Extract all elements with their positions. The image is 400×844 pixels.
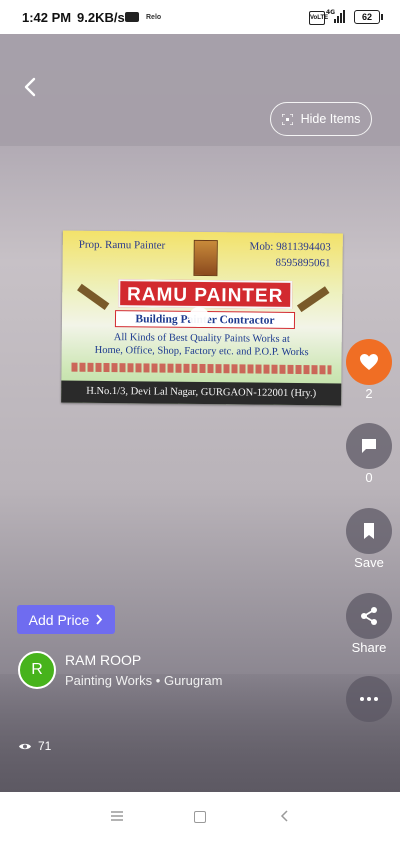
share-icon xyxy=(361,607,377,625)
like-count: 2 xyxy=(365,386,373,401)
card-hindi-text xyxy=(71,362,332,375)
more-options-button[interactable] xyxy=(346,676,392,722)
card-title: RAMU PAINTER xyxy=(118,279,293,309)
hide-items-button[interactable]: Hide Items xyxy=(270,102,372,136)
photo-bottom-overlay xyxy=(0,674,400,792)
card-line-2: Home, Office, Shop, Factory etc. and P.O… xyxy=(94,344,309,359)
views-count: 71 xyxy=(18,739,51,753)
hide-items-label: Hide Items xyxy=(300,112,361,126)
focus-icon xyxy=(281,113,293,125)
paintbrush-icon xyxy=(296,286,330,313)
comment-icon xyxy=(362,439,376,453)
message-notification-icon xyxy=(125,12,139,22)
network-speed: 9.2KB/s xyxy=(77,10,125,25)
card-mobile-2: 8595895061 xyxy=(275,256,331,270)
notification-app-label: Relo xyxy=(146,14,162,21)
more-dots-icon xyxy=(360,697,378,701)
status-bar: 1:42 PM 9.2KB/s Relo VoLTE 4G 62 xyxy=(0,0,400,34)
nav-back-icon[interactable] xyxy=(279,810,291,822)
bookmark-icon xyxy=(364,523,374,539)
battery-icon: 62 xyxy=(354,10,383,24)
share-label: Share xyxy=(351,640,387,655)
home-icon[interactable] xyxy=(194,811,206,823)
comment-button[interactable] xyxy=(346,423,392,469)
owner-subtitle: Painting Works • Gurugram xyxy=(65,673,223,688)
card-address: H.No.1/3, Devi Lal Nagar, GURGAON-122001… xyxy=(61,380,342,406)
back-arrow-icon[interactable] xyxy=(20,76,42,98)
deity-image xyxy=(193,239,218,277)
paintbrush-icon xyxy=(77,283,110,311)
save-label: Save xyxy=(354,555,384,570)
share-button[interactable] xyxy=(346,593,392,639)
views-number: 71 xyxy=(38,739,52,753)
save-button[interactable] xyxy=(346,508,392,554)
card-description: All Kinds of Best Quality Paints Works a… xyxy=(62,331,342,360)
add-price-button[interactable]: Add Price xyxy=(17,605,115,634)
like-button[interactable] xyxy=(346,339,392,385)
recent-apps-icon[interactable] xyxy=(111,811,123,821)
card-mobile-1: Mob: 9811394403 xyxy=(249,240,331,254)
avatar[interactable]: R xyxy=(18,651,56,689)
comment-count: 0 xyxy=(365,470,373,485)
tag-dot[interactable] xyxy=(189,307,209,327)
heart-icon xyxy=(360,354,378,370)
status-time: 1:42 PM xyxy=(22,10,72,25)
add-price-label: Add Price xyxy=(28,611,90,628)
owner-name[interactable]: RAM ROOP xyxy=(65,652,141,668)
volte-icon: VoLTE xyxy=(309,11,328,25)
chevron-right-icon xyxy=(96,614,103,625)
card-prop: Prop. Ramu Painter xyxy=(78,238,166,252)
eye-icon xyxy=(19,743,31,749)
svg-text:4G: 4G xyxy=(326,9,335,16)
signal-icon: 4G xyxy=(326,9,345,23)
